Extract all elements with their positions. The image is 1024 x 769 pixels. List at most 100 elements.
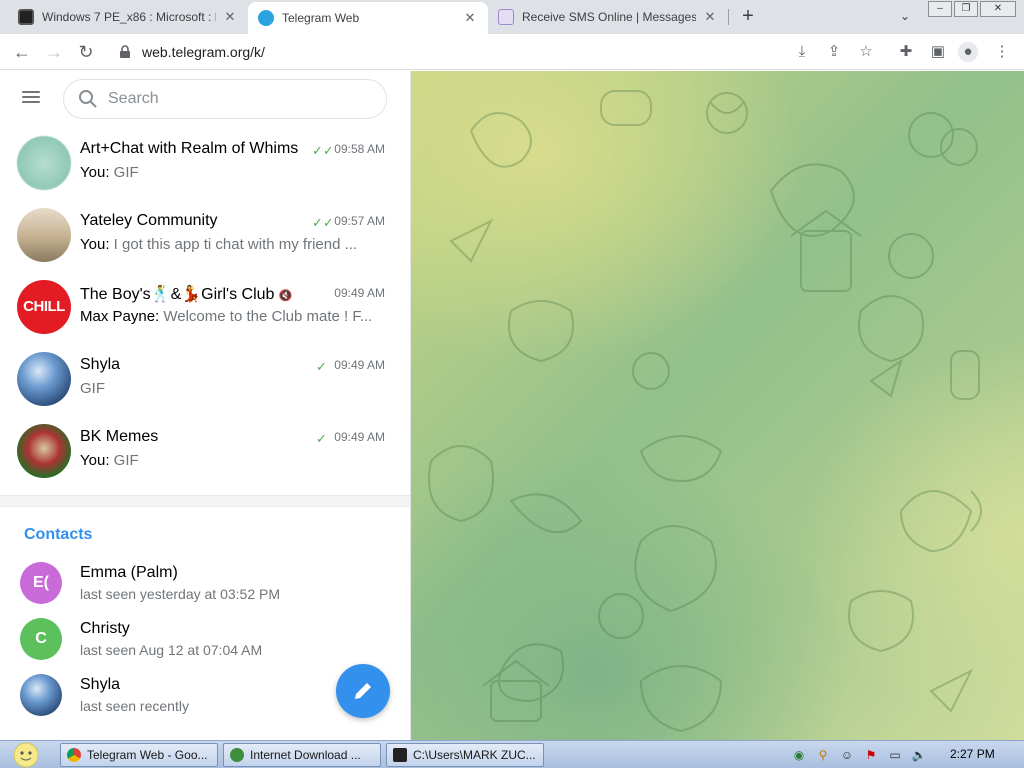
taskbar-item-label: Telegram Web - Goo... — [87, 748, 208, 762]
contact-status: last seen recently — [80, 698, 189, 714]
chat-sender: You: — [80, 236, 114, 253]
taskbar-item-label: Internet Download ... — [250, 748, 361, 762]
tab-windows7[interactable]: Windows 7 PE_x86 : Microsoft : Fr ✕ — [8, 0, 248, 34]
close-tab-icon[interactable]: ✕ — [462, 10, 478, 26]
forward-arrow-icon[interactable]: → — [42, 40, 66, 64]
sms-favicon-icon — [498, 9, 514, 25]
start-orb-icon — [13, 742, 39, 768]
taskbar-item-label: C:\Users\MARK ZUC... — [413, 748, 536, 762]
contact-name: Shyla — [80, 676, 121, 693]
chat-message: GIF — [113, 164, 139, 181]
chat-list-item[interactable]: CHILL The Boy's🕺&💃Girl's Club 🔇 09:49 AM … — [0, 278, 410, 350]
new-message-button[interactable] — [336, 664, 390, 718]
hamburger-menu-icon[interactable] — [22, 88, 48, 108]
install-app-icon[interactable]: ⤓ — [792, 42, 812, 62]
side-panel-icon[interactable]: ▣ — [928, 42, 948, 62]
contact-name: Christy — [80, 620, 130, 637]
lock-icon — [120, 45, 130, 58]
emoji-icon[interactable]: ☺ — [838, 747, 856, 763]
single-check-icon: ✓ — [316, 431, 327, 446]
chat-message: Welcome to the Club mate ! F... — [163, 308, 373, 325]
windows-taskbar: Telegram Web - Goo... Internet Download … — [0, 740, 1024, 768]
search-box[interactable] — [63, 79, 387, 119]
start-button[interactable] — [6, 741, 46, 769]
tab-title: Windows 7 PE_x86 : Microsoft : Fr — [42, 10, 216, 24]
maximize-window-icon[interactable]: ❐ — [954, 1, 978, 17]
address-bar[interactable]: web.telegram.org/k/ — [108, 38, 888, 66]
chat-list-item[interactable]: BK Memes ✓ 09:49 AM You: GIF — [0, 422, 410, 494]
volume-icon[interactable]: 🔈 — [910, 747, 928, 763]
chat-name: Shyla — [80, 356, 121, 373]
chat-background — [411, 71, 1024, 740]
chat-preview: You: GIF — [80, 452, 386, 469]
chat-name: BK Memes — [80, 428, 159, 445]
download-manager-icon — [230, 748, 244, 762]
contact-item[interactable]: E( Emma (Palm) last seen yesterday at 03… — [0, 562, 410, 618]
chat-preview: You: GIF — [80, 164, 386, 181]
chat-list-item[interactable]: Yateley Community ✓✓ 09:57 AM You: I got… — [0, 206, 410, 278]
search-input[interactable] — [108, 90, 348, 108]
section-divider — [0, 495, 410, 507]
telegram-favicon-icon — [258, 10, 274, 26]
chat-sender: You: — [80, 452, 114, 469]
chat-avatar — [17, 424, 71, 478]
contact-status: last seen yesterday at 03:52 PM — [80, 586, 280, 602]
browser-toolbar: ← → ↻ web.telegram.org/k/ ⤓ ⇪ ☆ ✚ ▣ ● ⋮ — [0, 34, 1024, 70]
chat-time: 09:49 AM — [334, 430, 385, 444]
contact-avatar: E( — [20, 562, 62, 604]
chat-message: GIF — [80, 380, 105, 397]
archive-icon — [393, 748, 407, 762]
chat-list-item[interactable]: Art+Chat with Realm of Whims ✓✓ 09:58 AM… — [0, 134, 410, 206]
chat-name: The Boy's🕺&💃Girl's Club 🔇 — [80, 284, 292, 304]
display-icon[interactable]: ▭ — [886, 747, 904, 763]
telegram-sidebar: Art+Chat with Realm of Whims ✓✓ 09:58 AM… — [0, 71, 411, 740]
contact-item[interactable]: C Christy last seen Aug 12 at 07:04 AM — [0, 618, 410, 674]
url-text: web.telegram.org/k/ — [142, 44, 265, 60]
taskbar-clock[interactable]: 2:27 PM — [950, 747, 995, 761]
browser-menu-icon[interactable]: ⋮ — [992, 42, 1012, 62]
taskbar-item-7zip[interactable]: C:\Users\MARK ZUC... — [386, 743, 544, 767]
bookmark-star-icon[interactable]: ☆ — [856, 42, 876, 62]
pencil-icon — [355, 683, 371, 699]
contact-avatar — [20, 674, 62, 716]
profile-avatar-icon[interactable]: ● — [958, 42, 978, 62]
taskbar-item-chrome[interactable]: Telegram Web - Goo... — [60, 743, 218, 767]
share-icon[interactable]: ⇪ — [824, 42, 844, 62]
minimize-window-icon[interactable]: – — [928, 1, 952, 17]
chat-preview: You: I got this app ti chat with my frie… — [80, 236, 386, 253]
chat-sender: Max Payne: — [80, 308, 164, 325]
chat-preview: Max Payne: Welcome to the Club mate ! F.… — [80, 308, 386, 325]
chat-avatar: CHILL — [17, 280, 71, 334]
chat-time: 09:58 AM — [334, 142, 385, 156]
chat-time: 09:49 AM — [334, 358, 385, 372]
chat-list-item[interactable]: Shyla ✓ 09:49 AM GIF — [0, 350, 410, 422]
contact-name: Emma (Palm) — [80, 564, 178, 581]
tab-telegram-web[interactable]: Telegram Web ✕ — [248, 2, 488, 34]
extensions-puzzle-icon[interactable]: ✚ — [896, 42, 916, 62]
tab-separator — [728, 9, 729, 25]
new-tab-plus-icon[interactable]: + — [736, 5, 760, 29]
double-check-icon: ✓✓ — [312, 215, 334, 230]
close-window-icon[interactable]: ✕ — [980, 1, 1016, 17]
chat-time: 09:49 AM — [334, 286, 385, 300]
search-icon — [79, 90, 97, 108]
chat-name: Art+Chat with Realm of Whims — [80, 140, 299, 157]
contacts-heading: Contacts — [24, 526, 93, 543]
tab-receive-sms[interactable]: Receive SMS Online | Messages f ✕ — [488, 0, 728, 34]
chat-avatar — [17, 136, 71, 190]
contact-avatar: C — [20, 618, 62, 660]
reload-icon[interactable]: ↻ — [74, 40, 98, 64]
chat-message: I got this app ti chat with my friend ..… — [113, 236, 358, 253]
doodle-pattern — [428, 90, 982, 733]
taskbar-item-idm[interactable]: Internet Download ... — [223, 743, 381, 767]
flag-alert-icon[interactable]: ⚑ — [862, 747, 880, 763]
back-arrow-icon[interactable]: ← — [10, 40, 34, 64]
close-tab-icon[interactable]: ✕ — [702, 9, 718, 25]
tab-search-chevron-icon[interactable]: ⌄ — [896, 7, 914, 25]
chat-name: Yateley Community — [80, 212, 218, 229]
close-tab-icon[interactable]: ✕ — [222, 9, 238, 25]
contact-status: last seen Aug 12 at 07:04 AM — [80, 642, 263, 658]
key-icon[interactable]: ⚲ — [814, 747, 832, 763]
muted-speaker-icon: 🔇 — [278, 290, 293, 302]
network-globe-icon[interactable]: ◉ — [790, 747, 808, 763]
